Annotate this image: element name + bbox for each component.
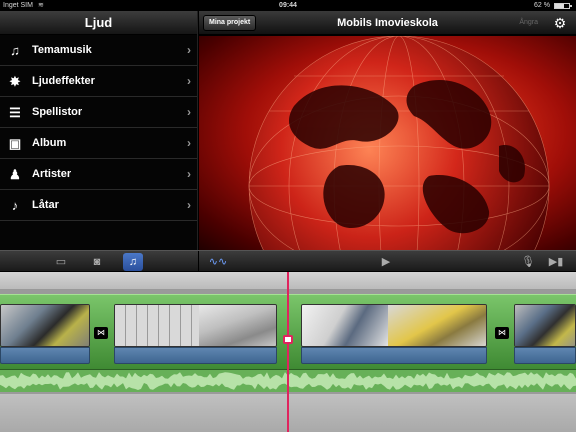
audio-item-ljudeffekter[interactable]: ✸ Ljudeffekter ›: [0, 66, 197, 97]
audio-item-temamusik[interactable]: ♫ Temamusik ›: [0, 35, 197, 66]
audio-item-label: Låtar: [32, 199, 59, 211]
chevron-right-icon: ›: [187, 105, 191, 119]
audio-category-list: ♫ Temamusik › ✸ Ljudeffekter › ☰ Spellis…: [0, 35, 197, 221]
camera-record-button[interactable]: ▶▮: [546, 253, 566, 271]
audio-waveform-button[interactable]: ∿∿: [208, 253, 228, 271]
chevron-right-icon: ›: [187, 198, 191, 212]
globe-image: [248, 36, 550, 250]
waveform-icon: ∿∿: [208, 256, 228, 268]
video-camera-icon: ▶▮: [548, 256, 564, 268]
film-icon: ▭: [55, 256, 67, 268]
battery-icon: [554, 3, 572, 9]
record-voiceover-button[interactable]: 🎙: [518, 253, 538, 271]
playhead-handle[interactable]: [283, 335, 293, 344]
chevron-right-icon: ›: [187, 136, 191, 150]
audio-item-latar[interactable]: ♪ Låtar ›: [0, 190, 197, 221]
camera-icon: ◙: [93, 256, 101, 268]
playhead[interactable]: [287, 272, 289, 432]
audio-item-label: Temamusik: [32, 44, 92, 56]
gear-icon[interactable]: ⚙: [552, 15, 568, 31]
video-clip[interactable]: [514, 304, 576, 347]
audio-browser: Ljud ♫ Temamusik › ✸ Ljudeffekter › ☰ Sp…: [0, 11, 198, 250]
timeline[interactable]: ⋈ ⋈: [0, 272, 576, 432]
song-icon: ♪: [11, 198, 19, 213]
microphone-icon: 🎙: [521, 256, 535, 268]
transition-icon[interactable]: ⋈: [495, 327, 509, 339]
artist-icon: ♟: [9, 167, 21, 182]
audio-item-spellistor[interactable]: ☰ Spellistor ›: [0, 97, 197, 128]
chevron-right-icon: ›: [187, 74, 191, 88]
clip-audio: [301, 347, 487, 364]
clip-audio: [114, 347, 277, 364]
video-browser-tab[interactable]: ▭: [51, 253, 71, 271]
audio-browser-tab[interactable]: ♫: [123, 253, 143, 271]
audio-item-artister[interactable]: ♟ Artister ›: [0, 159, 197, 190]
album-icon: ▣: [8, 136, 22, 151]
clip-audio: [514, 347, 576, 364]
clip-thumbnail: [115, 305, 199, 346]
photo-browser-tab[interactable]: ◙: [87, 253, 107, 271]
music-note-icon: ♫: [128, 256, 138, 268]
transition-icon[interactable]: ⋈: [94, 327, 108, 339]
video-clip[interactable]: [0, 304, 90, 347]
clip-thumbnail: [388, 305, 486, 346]
audio-item-album[interactable]: ▣ Album ›: [0, 128, 197, 159]
music-note-icon: ♫: [10, 43, 20, 58]
battery-percentage: 62 %: [534, 2, 550, 9]
status-bar: Inget SIM ≋ 09:44 62 %: [0, 0, 576, 11]
clip-thumbnail: [302, 305, 388, 346]
video-clip[interactable]: [301, 304, 487, 347]
chevron-right-icon: ›: [187, 167, 191, 181]
clock: 09:44: [279, 2, 297, 9]
audio-item-label: Artister: [32, 168, 72, 180]
play-button[interactable]: ▶: [376, 253, 396, 271]
playlist-icon: ☰: [9, 105, 21, 120]
audio-item-label: Album: [32, 137, 67, 149]
video-preview[interactable]: [199, 36, 576, 250]
play-icon: ▶: [381, 256, 391, 268]
clip-thumbnail: [515, 305, 575, 346]
audio-item-label: Ljudeffekter: [32, 75, 95, 87]
media-toolbar: ▭ ◙ ♫ ∿∿ ▶ 🎙 ▶▮: [0, 250, 576, 273]
audio-browser-title: Ljud: [0, 11, 197, 35]
clip-thumbnail: [1, 305, 89, 346]
undo-button[interactable]: Ångra: [519, 11, 538, 35]
project-header: Mina projekt Mobils Imovieskola Ångra ⚙: [199, 11, 576, 35]
chevron-right-icon: ›: [187, 43, 191, 57]
video-clip[interactable]: [114, 304, 277, 347]
clip-thumbnail: [199, 305, 276, 346]
audio-item-label: Spellistor: [32, 106, 83, 118]
burst-icon: ✸: [9, 74, 21, 89]
clip-audio: [0, 347, 90, 364]
toolbar-divider: [198, 251, 199, 273]
